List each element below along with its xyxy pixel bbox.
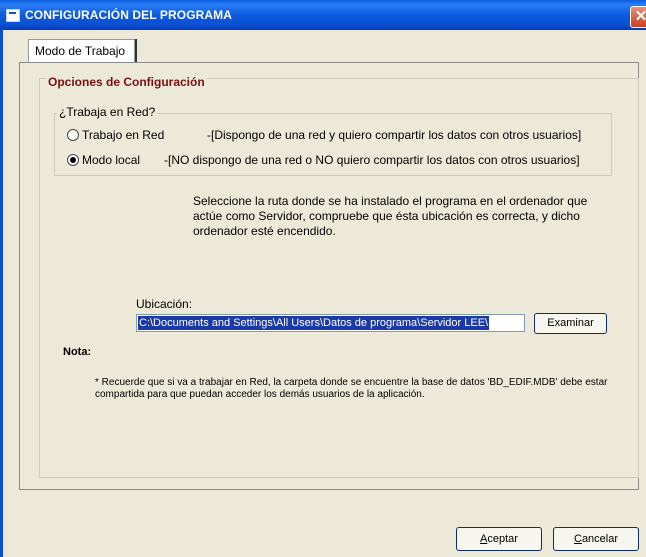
- close-icon: ✕: [634, 8, 646, 25]
- radio-trabajo-en-red[interactable]: [67, 129, 79, 141]
- radio-modo-local-label[interactable]: Modo local: [82, 153, 140, 167]
- close-button[interactable]: ✕: [630, 6, 646, 28]
- radio-modo-local[interactable]: [67, 154, 79, 166]
- radio-modo-local-description: -[NO dispongo de una red o NO quiero com…: [164, 153, 580, 167]
- info-text: Seleccione la ruta donde se ha instalado…: [193, 194, 588, 238]
- location-value: C:\Documents and Settings\All Users\Dato…: [138, 316, 490, 330]
- title-bar: CONFIGURACIÓN DEL PROGRAMA: [0, 0, 646, 30]
- accept-label: ceptar: [487, 533, 518, 545]
- note-title: Nota:: [63, 346, 92, 358]
- tab-modo-de-trabajo[interactable]: Modo de Trabajo: [28, 39, 137, 63]
- network-group-title: ¿Trabaja en Red?: [57, 105, 158, 119]
- accept-button[interactable]: Aceptar: [456, 527, 542, 551]
- radio-trabajo-en-red-label[interactable]: Trabajo en Red: [82, 128, 164, 142]
- location-input[interactable]: C:\Documents and Settings\All Users\Dato…: [136, 314, 525, 332]
- window-title: CONFIGURACIÓN DEL PROGRAMA: [25, 8, 233, 22]
- app-icon: [6, 9, 20, 22]
- config-group-title: Opciones de Configuración: [46, 75, 207, 89]
- browse-button-label: Examinar: [547, 317, 594, 329]
- radio-trabajo-en-red-description: -[Dispongo de una red y quiero compartir…: [207, 128, 582, 142]
- cancel-button[interactable]: Cancelar: [553, 527, 639, 551]
- cancel-mnemonic: C: [573, 533, 582, 545]
- browse-button[interactable]: Examinar: [534, 313, 607, 334]
- cancel-label: ancelar: [581, 533, 619, 545]
- tab-label: Modo de Trabajo: [35, 44, 126, 58]
- location-label: Ubicación:: [136, 297, 193, 311]
- note-text: * Recuerde que si va a trabajar en Red, …: [95, 377, 608, 400]
